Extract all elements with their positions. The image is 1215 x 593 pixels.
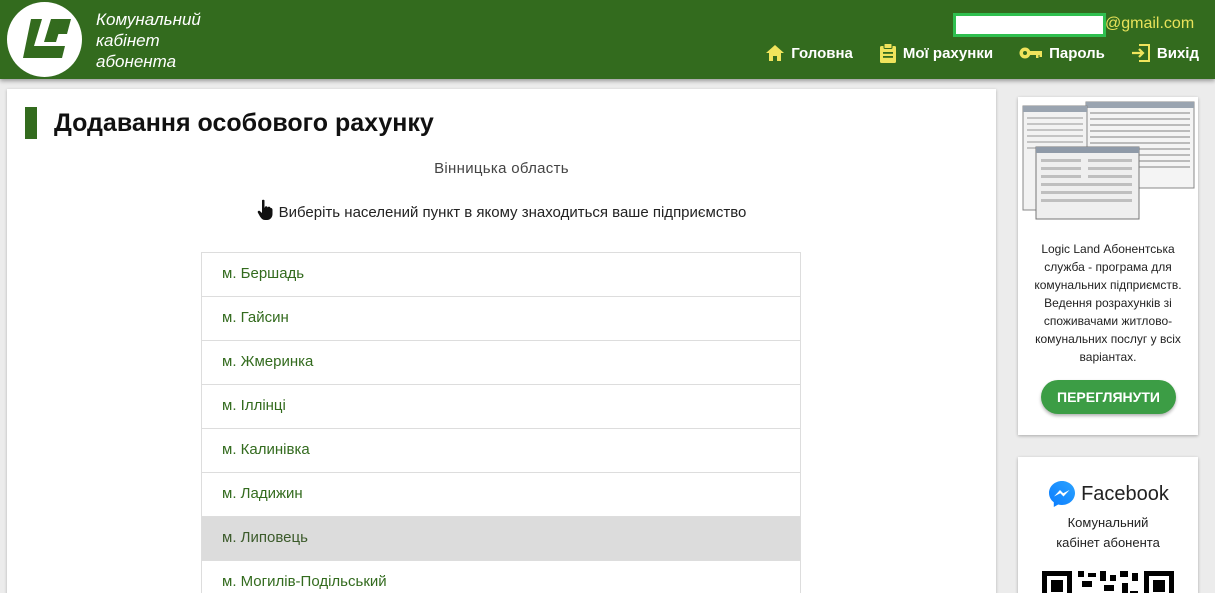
logo[interactable] [7, 2, 82, 77]
nav-logout[interactable]: Вихід [1131, 43, 1199, 63]
nav-home-label: Головна [791, 44, 853, 62]
nav-my-accounts-label: Мої рахунки [902, 44, 994, 62]
instruction-hint: Виберіть населений пункт в якому знаходи… [7, 199, 996, 221]
city-item[interactable]: м. Іллінці [202, 385, 800, 429]
logout-icon [1131, 44, 1150, 62]
pointing-hand-icon [257, 199, 273, 220]
city-item[interactable]: м. Жмеринка [202, 341, 800, 385]
promo-description: Logic Land Абонентська служба - програма… [1034, 242, 1182, 364]
clipboard-icon [879, 43, 896, 63]
nav-my-accounts[interactable]: Мої рахунки [879, 43, 993, 63]
instruction-hint-text: Виберіть населений пункт в якому знаходи… [278, 204, 747, 221]
promo-card: Logic Land Абонентська служба - програма… [1018, 97, 1198, 435]
user-email-suffix: @gmail.com [1105, 15, 1195, 32]
city-item[interactable]: м. Гайсин [202, 297, 800, 341]
main-card: Додавання особового рахунку Вінницька об… [7, 89, 996, 593]
brand-name: Комунальний кабінет абонента [96, 9, 201, 72]
city-item[interactable]: м. Могилів-Подільський [202, 561, 800, 593]
region-label: Вінницька область [434, 160, 569, 177]
facebook-heading[interactable]: Facebook [1018, 479, 1198, 509]
facebook-subtitle-line: Комунальний [1067, 515, 1149, 530]
view-button[interactable]: ПЕРЕГЛЯНУТИ [1041, 380, 1176, 414]
facebook-subtitle-line: кабінет абонента [1056, 535, 1160, 550]
facebook-card: Facebook Комунальний кабінет абонента [1018, 457, 1198, 593]
brand-line: кабінет [96, 31, 160, 50]
nav-home[interactable]: Головна [765, 44, 853, 62]
email-redacted-box [953, 13, 1106, 37]
software-screenshots-image [1022, 101, 1195, 220]
qr-code-icon[interactable] [1042, 571, 1174, 593]
nav-password[interactable]: Пароль [1019, 45, 1105, 62]
logo-mark-icon [23, 19, 71, 58]
facebook-subtitle: Комунальний кабінет абонента [1018, 513, 1198, 553]
top-header: Комунальний кабінет абонента @gmail.com … [0, 0, 1215, 79]
city-item-hovered[interactable]: м. Липовець [202, 517, 800, 561]
home-icon [766, 45, 785, 61]
page-title: Додавання особового рахунку [54, 109, 434, 137]
messenger-icon [1049, 481, 1076, 507]
nav-logout-label: Вихід [1156, 44, 1199, 62]
title-accent-bar [25, 107, 37, 139]
key-icon [1019, 47, 1043, 59]
city-item[interactable]: м. Ладижин [202, 473, 800, 517]
city-item[interactable]: м. Бершадь [202, 253, 800, 297]
facebook-title: Facebook [1081, 482, 1169, 505]
brand-line: Комунальний [96, 10, 201, 29]
city-list: м. Бершадь м. Гайсин м. Жмеринка м. Іллі… [201, 252, 801, 593]
main-nav: Головна Мої рахунки Пароль Вихід [739, 43, 1199, 63]
city-item[interactable]: м. Калинівка [202, 429, 800, 473]
brand-line: абонента [96, 52, 177, 71]
nav-password-label: Пароль [1049, 44, 1105, 62]
